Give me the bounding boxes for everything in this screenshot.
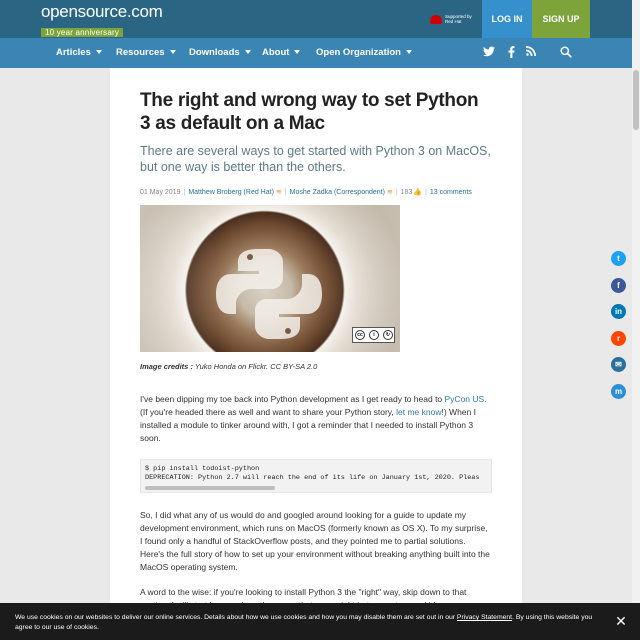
nav-articles-label: Articles: [56, 47, 91, 58]
rss-icon[interactable]: [524, 46, 538, 60]
twitter-icon[interactable]: [482, 46, 496, 60]
by-icon: i: [369, 330, 379, 340]
cookie-text: We use cookies on our websites to delive…: [15, 613, 605, 633]
page-scrollbar[interactable]: [632, 0, 640, 640]
rss-icon: ≋: [275, 189, 282, 196]
nav-open-organization[interactable]: Open Organization: [316, 38, 412, 68]
code-block[interactable]: $ pip install todoist-python DEPRECATION:…: [140, 459, 492, 493]
code-scrollbar[interactable]: [145, 486, 275, 490]
article-byline: 01 May 2019 | Matthew Broberg (Red Hat) ≋ | M…: [140, 188, 472, 196]
article-subtitle: There are several ways to get started wi…: [140, 144, 491, 174]
image-credit-label: Image credits :: [140, 362, 193, 371]
let-me-know-link[interactable]: let me know: [396, 407, 441, 417]
sa-icon: ↻: [383, 330, 393, 340]
thumbs-up-icon[interactable]: 👍: [413, 188, 422, 196]
comments-link[interactable]: 13 comments: [430, 189, 472, 196]
view-count: 183: [400, 189, 413, 196]
nav-resources[interactable]: Resources: [116, 38, 176, 68]
mastodon-share-icon[interactable]: m: [611, 383, 626, 399]
redhat-logo[interactable]: Supported by Red Hat: [430, 13, 478, 27]
redhat-hat-icon: [430, 15, 442, 24]
logo-text: opensource.com: [41, 2, 163, 21]
top-header: opensource.com 10 year anniversary Suppo…: [0, 0, 632, 38]
cookie-banner: We use cookies on our websites to delive…: [0, 603, 640, 640]
nav-open-organization-label: Open Organization: [316, 47, 401, 58]
facebook-icon[interactable]: [504, 46, 518, 60]
p1-text-a: I've been dipping my toe back into Pytho…: [140, 394, 445, 404]
chevron-down-icon: [405, 50, 412, 55]
nav-about-label: About: [262, 47, 290, 58]
image-credit: Image credits : Yuko Honda on Flickr. CC…: [140, 362, 492, 371]
publish-date: 01 May 2019: [140, 189, 181, 196]
anniversary-badge: 10 year anniversary: [41, 28, 124, 37]
cc-icon: cc: [355, 330, 365, 340]
nav-about[interactable]: About: [262, 38, 301, 68]
article-hero-image: cc i ↻: [140, 205, 400, 352]
signup-button[interactable]: SIGN UP: [532, 0, 590, 38]
image-credit-text: Yuko Honda on Flickr. CC BY-SA 2.0: [194, 362, 318, 371]
privacy-statement-link[interactable]: Privacy Statement: [457, 614, 512, 621]
code-line-1: $ pip install todoist-python: [145, 465, 260, 473]
code-line-2: DEPRECATION: Python 2.7 will reach the e…: [145, 473, 480, 482]
author-link-2[interactable]: Moshe Zadka (Correspondent): [290, 189, 385, 196]
cookie-text-a: We use cookies on our websites to delive…: [15, 614, 457, 621]
chevron-down-icon: [169, 50, 176, 55]
article-title: The right and wrong way to set Python 3 …: [140, 90, 479, 134]
twitter-share-icon[interactable]: t: [611, 251, 626, 266]
cc-license-badge[interactable]: cc i ↻: [352, 327, 395, 343]
rss-icon: ≋: [386, 189, 393, 196]
linkedin-share-icon[interactable]: in: [611, 304, 626, 319]
email-share-icon[interactable]: ✉: [611, 357, 626, 372]
chevron-down-icon: [95, 50, 102, 55]
paragraph-1: I've been dipping my toe back into Pytho…: [140, 393, 492, 445]
redhat-text: Supported by Red Hat: [445, 14, 472, 24]
search-icon[interactable]: [559, 46, 573, 60]
nav-downloads-label: Downloads: [189, 47, 240, 58]
login-button[interactable]: LOG IN: [482, 0, 532, 38]
article: The right and wrong way to set Python 3 …: [140, 89, 492, 612]
chevron-down-icon: [294, 50, 301, 55]
paragraph-2: So, I did what any of us would do and go…: [140, 510, 490, 572]
nav-downloads[interactable]: Downloads: [189, 38, 251, 68]
page-scrollbar-thumb[interactable]: [633, 70, 639, 130]
facebook-share-icon[interactable]: f: [611, 277, 626, 293]
reddit-share-icon[interactable]: r: [611, 330, 626, 346]
chevron-down-icon: [244, 50, 251, 55]
nav-articles[interactable]: Articles: [56, 38, 102, 68]
site-logo[interactable]: opensource.com 10 year anniversary: [41, 2, 163, 40]
nav-resources-label: Resources: [116, 47, 165, 58]
pycon-link[interactable]: PyCon US: [445, 394, 485, 404]
close-icon[interactable]: ✕: [614, 614, 628, 628]
main-nav: Articles Resources Downloads About Open …: [0, 38, 632, 68]
author-link-1[interactable]: Matthew Broberg (Red Hat): [188, 189, 274, 196]
